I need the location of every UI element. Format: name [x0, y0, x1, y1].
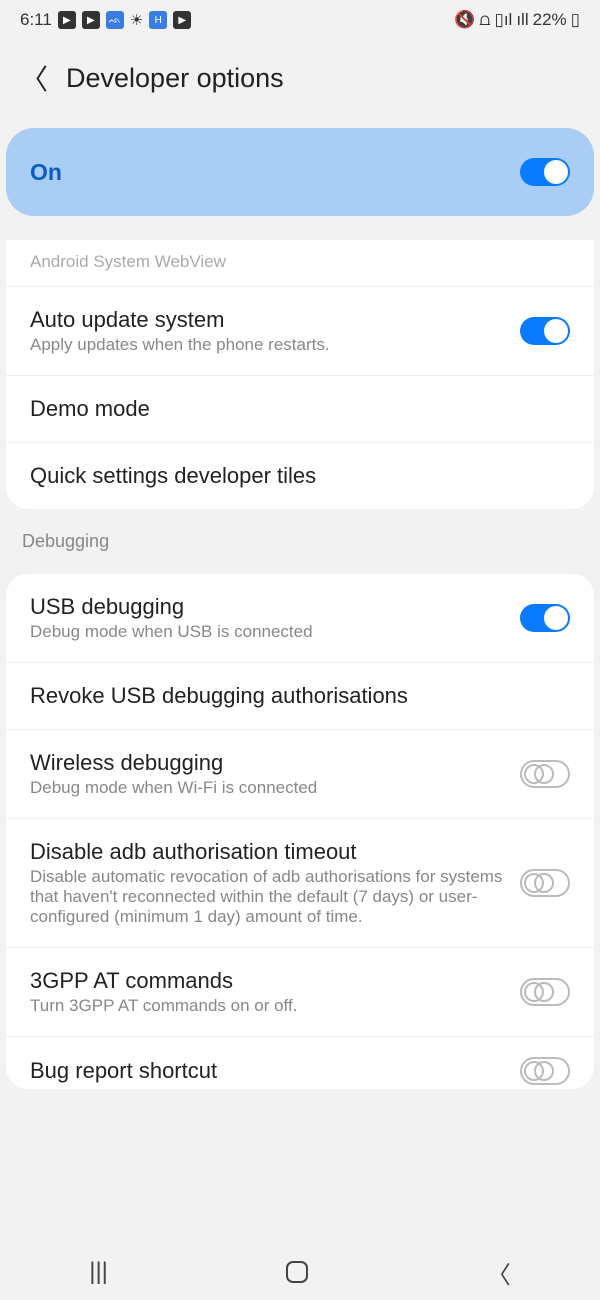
row-title: Bug report shortcut: [30, 1058, 504, 1084]
row-subtitle: Apply updates when the phone restarts.: [30, 335, 504, 355]
master-toggle-label: On: [30, 159, 62, 186]
battery-text: 22%: [533, 10, 567, 30]
row-title: Quick settings developer tiles: [30, 463, 554, 489]
row-title: Demo mode: [30, 396, 554, 422]
row-title: Disable adb authorisation timeout: [30, 839, 504, 865]
app-icon-h: H: [149, 11, 167, 29]
row-text: USB debuggingDebug mode when USB is conn…: [30, 594, 520, 642]
row-text: Bug report shortcut: [30, 1058, 520, 1084]
page-title: Developer options: [66, 63, 284, 94]
youtube-icon-2: ▶: [82, 11, 100, 29]
toggle-switch[interactable]: [520, 317, 570, 345]
toggle-switch[interactable]: [520, 869, 570, 897]
row-text: 3GPP AT commandsTurn 3GPP AT commands on…: [30, 968, 520, 1016]
master-toggle-row[interactable]: On: [6, 128, 594, 216]
home-button[interactable]: [286, 1261, 308, 1283]
master-toggle-switch[interactable]: [520, 158, 570, 186]
row-subtitle: Disable automatic revocation of adb auth…: [30, 867, 504, 927]
row-auto-update-system[interactable]: Auto update systemApply updates when the…: [6, 287, 594, 376]
row-title: Wireless debugging: [30, 750, 504, 776]
toggle-switch[interactable]: [520, 978, 570, 1006]
wifi-icon: ⩍: [479, 10, 490, 30]
settings-card-debugging: USB debuggingDebug mode when USB is conn…: [6, 574, 594, 1089]
row-usb-debugging[interactable]: USB debuggingDebug mode when USB is conn…: [6, 574, 594, 663]
row-title: USB debugging: [30, 594, 504, 620]
row-title: Auto update system: [30, 307, 504, 333]
status-bar: 6:11 ▶ ▶ ᨒ ☀ H ▶ 🔇 ⩍ ▯ıl ıll 22% ▯: [0, 0, 600, 40]
status-right: 🔇 ⩍ ▯ıl ıll 22% ▯: [454, 10, 580, 30]
signal-icon-1: ▯ıl: [494, 10, 512, 30]
battery-icon: ▯: [571, 10, 580, 30]
back-button[interactable]: 〈: [487, 1255, 511, 1290]
row-subtitle: Debug mode when Wi-Fi is connected: [30, 778, 504, 798]
toggle-switch[interactable]: [520, 1057, 570, 1085]
toggle-switch[interactable]: [520, 604, 570, 632]
row-title: 3GPP AT commands: [30, 968, 504, 994]
row-3gpp-at-commands[interactable]: 3GPP AT commandsTurn 3GPP AT commands on…: [6, 948, 594, 1037]
row-text: Revoke USB debugging authorisations: [30, 683, 570, 709]
section-label-debugging: Debugging: [0, 509, 600, 560]
youtube-icon: ▶: [58, 11, 76, 29]
recents-button[interactable]: |||: [89, 1258, 108, 1286]
row-subtitle: Turn 3GPP AT commands on or off.: [30, 996, 504, 1016]
toggle-switch[interactable]: [520, 760, 570, 788]
back-icon[interactable]: 〈: [20, 58, 48, 98]
row-subtitle: Debug mode when USB is connected: [30, 622, 504, 642]
status-left: 6:11 ▶ ▶ ᨒ ☀ H ▶: [20, 10, 191, 30]
youtube-icon-3: ▶: [173, 11, 191, 29]
row-quick-settings-developer-tiles[interactable]: Quick settings developer tiles: [6, 443, 594, 509]
row-wireless-debugging[interactable]: Wireless debuggingDebug mode when Wi-Fi …: [6, 730, 594, 819]
row-text: Disable adb authorisation timeoutDisable…: [30, 839, 520, 927]
row-demo-mode[interactable]: Demo mode: [6, 376, 594, 443]
row-text: Wireless debuggingDebug mode when Wi-Fi …: [30, 750, 520, 798]
row-title: Revoke USB debugging authorisations: [30, 683, 554, 709]
row-bug-report-shortcut[interactable]: Bug report shortcut: [6, 1037, 594, 1089]
weather-icon: ☀: [130, 11, 143, 29]
signal-icon-2: ıll: [516, 10, 528, 30]
nav-bar: ||| 〈: [0, 1244, 600, 1300]
row-disable-adb-authorisation-timeout[interactable]: Disable adb authorisation timeoutDisable…: [6, 819, 594, 948]
mute-icon: 🔇: [454, 10, 475, 30]
row-text: Demo mode: [30, 396, 570, 422]
settings-card-1: Android System WebView Auto update syste…: [6, 240, 594, 509]
row-revoke-usb-debugging-authorisations[interactable]: Revoke USB debugging authorisations: [6, 663, 594, 730]
header: 〈 Developer options: [0, 40, 600, 128]
row-text: Quick settings developer tiles: [30, 463, 570, 489]
app-icon-m: ᨒ: [106, 11, 124, 29]
row-android-webview[interactable]: Android System WebView: [6, 244, 594, 287]
clock: 6:11: [20, 10, 52, 30]
row-text: Auto update systemApply updates when the…: [30, 307, 520, 355]
